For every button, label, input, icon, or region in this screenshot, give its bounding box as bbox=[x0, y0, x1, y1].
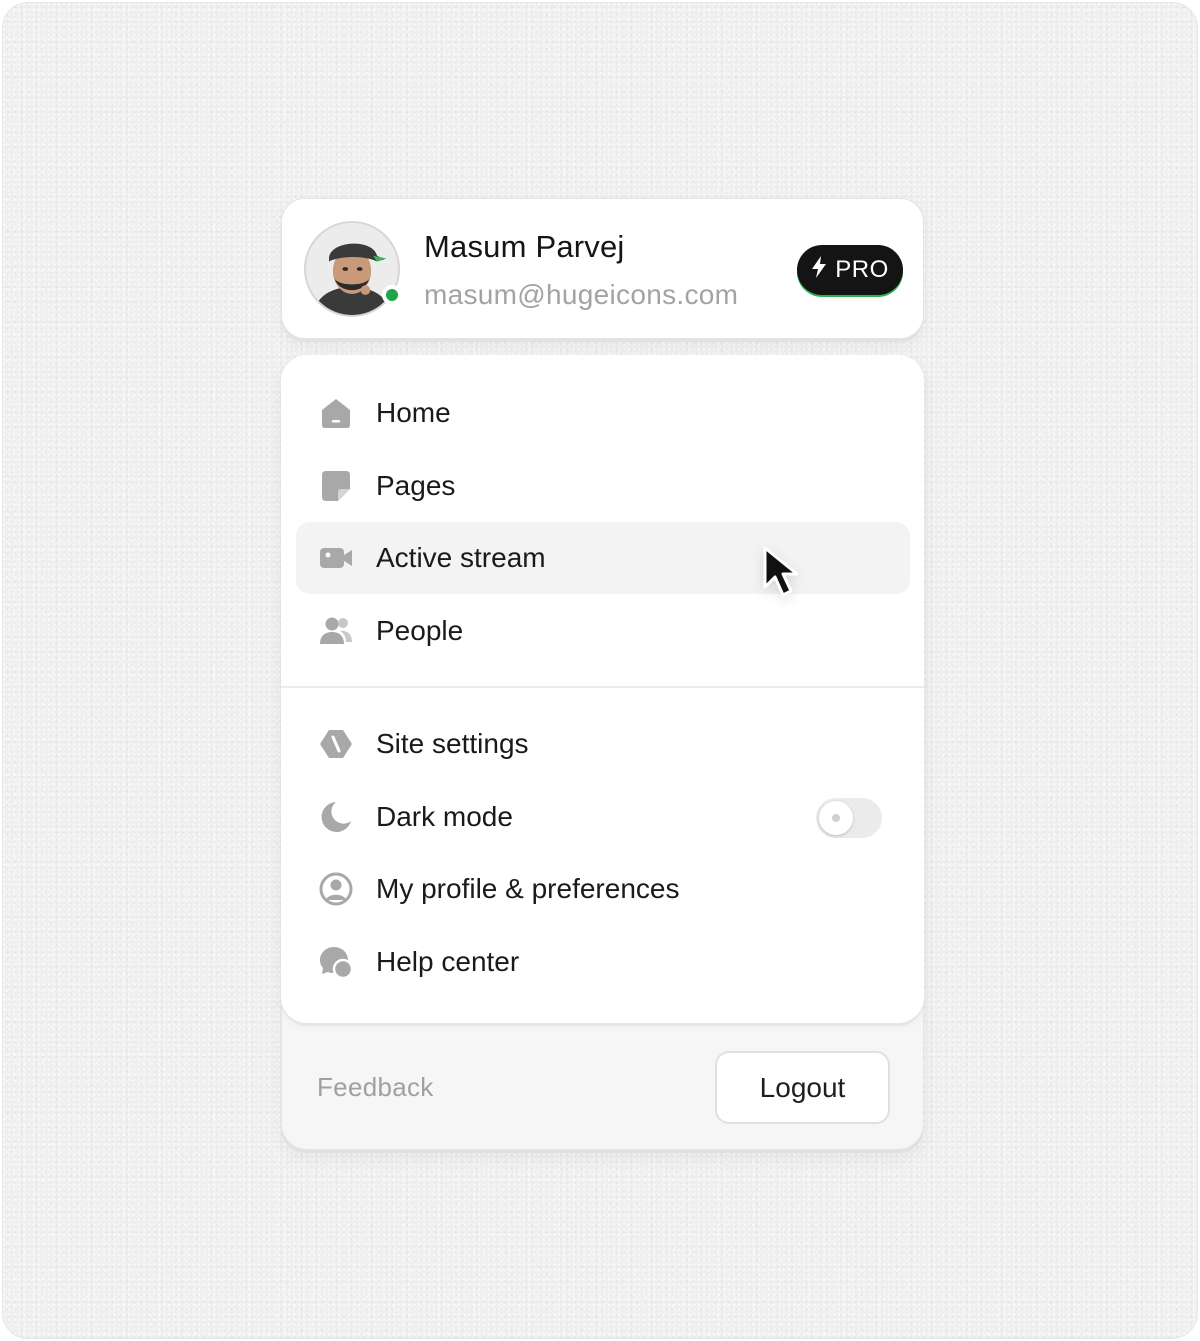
help-chat-icon bbox=[318, 944, 354, 980]
menu-item-help-center[interactable]: Help center bbox=[296, 926, 910, 998]
user-name: Masum Parvej bbox=[424, 229, 625, 264]
menu-item-label: Active stream bbox=[376, 542, 546, 573]
menu-item-label: People bbox=[376, 615, 464, 646]
menu-item-label: Home bbox=[376, 397, 451, 428]
menu-divider bbox=[281, 686, 924, 688]
site-settings-icon bbox=[318, 726, 354, 762]
pro-badge[interactable]: PRO bbox=[797, 245, 903, 295]
menu-item-label: Pages bbox=[376, 470, 456, 501]
pages-icon bbox=[318, 468, 354, 504]
mouse-pointer-icon bbox=[761, 545, 805, 601]
logout-button[interactable]: Logout bbox=[715, 1051, 890, 1124]
menu-item-label: Site settings bbox=[376, 728, 529, 759]
user-email: masum@hugeicons.com bbox=[424, 279, 739, 310]
account-menu: Home Pages Active stream People Site set… bbox=[281, 355, 924, 1150]
home-icon bbox=[318, 395, 354, 431]
lightning-icon bbox=[811, 255, 827, 285]
background-canvas: Masum Parvej masum@hugeicons.com PRO Hom… bbox=[2, 2, 1198, 1339]
profile-card[interactable]: Masum Parvej masum@hugeicons.com PRO bbox=[281, 198, 924, 339]
menu-item-people[interactable]: People bbox=[296, 595, 910, 667]
moon-icon bbox=[318, 799, 354, 835]
menu-list: Home Pages Active stream People Site set… bbox=[281, 355, 924, 1023]
menu-item-home[interactable]: Home bbox=[296, 377, 910, 449]
people-icon bbox=[318, 613, 354, 649]
dark-mode-toggle[interactable] bbox=[816, 798, 882, 838]
menu-item-label: Help center bbox=[376, 946, 520, 977]
toggle-knob bbox=[819, 801, 853, 835]
online-status-dot bbox=[382, 285, 402, 305]
menu-item-dark-mode[interactable]: Dark mode bbox=[296, 781, 910, 853]
pro-badge-label: PRO bbox=[835, 256, 889, 283]
menu-item-label: Dark mode bbox=[376, 801, 513, 832]
menu-item-active-stream[interactable]: Active stream bbox=[296, 522, 910, 594]
feedback-link[interactable]: Feedback bbox=[317, 1072, 434, 1103]
menu-item-site-settings[interactable]: Site settings bbox=[296, 708, 910, 780]
video-camera-icon bbox=[318, 540, 354, 576]
user-circle-icon bbox=[318, 871, 354, 907]
menu-item-pages[interactable]: Pages bbox=[296, 450, 910, 522]
menu-item-label: My profile & preferences bbox=[376, 873, 680, 904]
menu-item-profile-preferences[interactable]: My profile & preferences bbox=[296, 853, 910, 925]
